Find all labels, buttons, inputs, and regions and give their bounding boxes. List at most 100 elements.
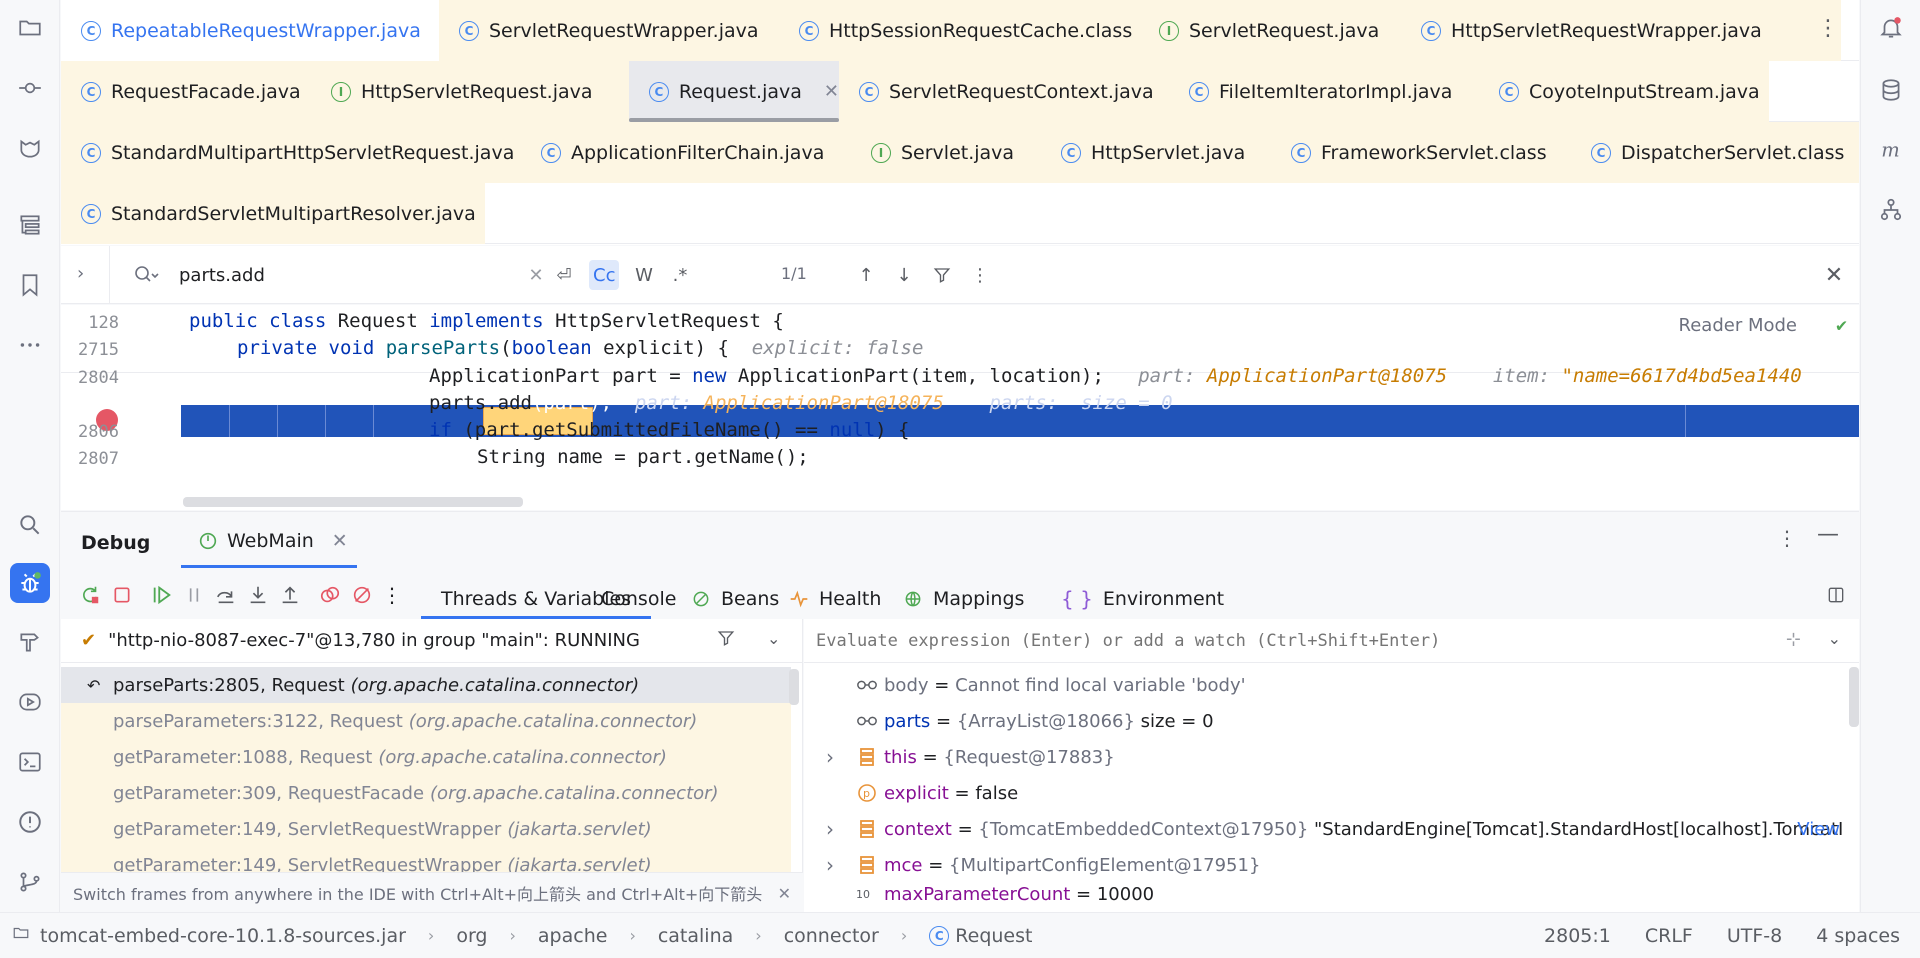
close-session-icon[interactable]: ✕ xyxy=(332,530,348,552)
expand-chevron-icon[interactable]: › xyxy=(826,817,834,841)
variable-row[interactable]: › mce = {MultipartConfigElement@17951} xyxy=(804,847,1844,883)
debug-session-tab[interactable]: WebMain ✕ xyxy=(181,520,357,568)
structure-cat-icon[interactable] xyxy=(10,128,50,168)
tab-console[interactable]: Console xyxy=(601,580,676,618)
terminal-icon[interactable] xyxy=(10,742,50,782)
indent-setting[interactable]: 4 spaces xyxy=(1816,925,1900,947)
clear-search-icon[interactable]: ✕ xyxy=(521,260,551,290)
file-encoding[interactable]: UTF-8 xyxy=(1727,925,1782,947)
step-into-icon[interactable] xyxy=(243,580,273,610)
breadcrumb-item[interactable]: connector xyxy=(784,925,879,947)
evaluate-expression-input[interactable] xyxy=(804,619,1859,663)
add-watch-icon[interactable]: ⊹ xyxy=(1786,629,1801,650)
breadcrumb-item[interactable]: org xyxy=(456,925,487,947)
notifications-bell-icon[interactable] xyxy=(1871,8,1911,48)
tab-repeatable-request-wrapper[interactable]: C RepeatableRequestWrapper.java xyxy=(61,0,439,61)
expand-chevron-icon[interactable]: › xyxy=(826,853,834,877)
expand-chevron-icon[interactable]: › xyxy=(826,745,834,769)
tab-servlet-request[interactable]: I ServletRequest.java xyxy=(1139,0,1401,61)
bookmarks-icon[interactable] xyxy=(10,265,50,305)
stack-frame[interactable]: parseParameters:3122, Request (org.apache… xyxy=(61,703,791,739)
tab-servlet[interactable]: I Servlet.java xyxy=(851,122,1041,183)
tab-environment[interactable]: { } Environment xyxy=(1061,580,1224,618)
close-tip-icon[interactable]: ✕ xyxy=(778,884,791,903)
search-everywhere-icon[interactable] xyxy=(10,505,50,545)
expand-replace-chevron-icon[interactable]: › xyxy=(77,263,84,284)
pause-icon[interactable] xyxy=(179,580,209,610)
diagram-hierarchy-icon[interactable] xyxy=(1871,190,1911,230)
thread-dropdown-chevron-icon[interactable]: ⌄ xyxy=(767,629,780,648)
problems-icon[interactable] xyxy=(10,802,50,842)
stack-frame[interactable]: ↶ parseParts:2805, Request (org.apache.cat… xyxy=(61,667,791,703)
next-occurrence-icon[interactable]: ↓ xyxy=(889,260,919,290)
tab-request-facade[interactable]: C RequestFacade.java xyxy=(61,61,311,122)
tab-framework-servlet[interactable]: C FrameworkServlet.class xyxy=(1271,122,1571,183)
reader-mode-toggle[interactable]: Reader Mode xyxy=(1679,315,1797,336)
variable-row[interactable]: › this = {Request@17883} xyxy=(804,739,1844,775)
more-tools-icon[interactable] xyxy=(10,325,50,365)
commit-icon[interactable] xyxy=(10,68,50,108)
stop-icon[interactable] xyxy=(107,580,137,610)
tab-file-item-iterator-impl[interactable]: C FileItemIteratorImpl.java xyxy=(1169,61,1479,122)
whole-words-toggle[interactable]: W xyxy=(629,260,659,290)
tab-servlet-request-wrapper[interactable]: C ServletRequestWrapper.java xyxy=(439,0,779,61)
new-line-icon[interactable]: ⏎ xyxy=(549,260,579,290)
regex-toggle[interactable]: .* xyxy=(665,260,695,290)
breadcrumb-item[interactable]: Request xyxy=(955,925,1032,947)
variable-row[interactable]: › context = {TomcatEmbeddedContext@17950}… xyxy=(804,811,1844,847)
layout-settings-icon[interactable] xyxy=(1821,580,1851,610)
line-separator[interactable]: CRLF xyxy=(1645,925,1693,947)
tab-http-servlet-request[interactable]: I HttpServletRequest.java xyxy=(311,61,629,122)
services-run-icon[interactable] xyxy=(10,682,50,722)
code-editor[interactable]: 128 public class Request implements HttpS… xyxy=(61,305,1859,510)
mute-breakpoints-icon[interactable] xyxy=(347,580,377,610)
database-icon[interactable] xyxy=(1871,70,1911,110)
close-search-icon[interactable]: ✕ xyxy=(1819,260,1849,290)
hide-panel-icon[interactable]: — xyxy=(1817,522,1839,547)
toolbar-more-icon[interactable]: ⋮ xyxy=(377,580,407,610)
debug-options-icon[interactable]: ⋮ xyxy=(1777,526,1797,550)
build-hammer-icon[interactable] xyxy=(10,622,50,662)
close-tab-icon[interactable]: ✕ xyxy=(824,81,839,102)
git-branch-icon[interactable] xyxy=(10,862,50,902)
tab-dispatcher-servlet[interactable]: C DispatcherServlet.class xyxy=(1571,122,1859,183)
horizontal-scrollbar[interactable] xyxy=(183,497,523,507)
step-over-icon[interactable] xyxy=(211,580,241,610)
tab-health[interactable]: Health xyxy=(789,580,881,618)
breadcrumb-item[interactable]: tomcat-embed-core-10.1.8-sources.jar xyxy=(40,925,406,947)
stack-frame[interactable]: getParameter:309, RequestFacade (org.apac… xyxy=(61,775,791,811)
eval-dropdown-chevron-icon[interactable]: ⌄ xyxy=(1828,629,1841,648)
view-link[interactable]: View xyxy=(1797,819,1840,840)
tab-application-filter-chain[interactable]: C ApplicationFilterChain.java xyxy=(521,122,851,183)
structure-icon[interactable] xyxy=(10,205,50,245)
variable-row[interactable]: 10 maxParameterCount = 10000 xyxy=(804,883,1844,905)
thread-selector[interactable]: ✔ "http-nio-8087-exec-7"@13,780 in group… xyxy=(61,619,803,663)
variable-row[interactable]: parts = {ArrayList@18066} size = 0 xyxy=(804,703,1844,739)
variables-scrollbar[interactable] xyxy=(1849,667,1859,727)
filter-icon[interactable] xyxy=(927,260,957,290)
stack-frame[interactable]: getParameter:1088, Request (org.apache.ca… xyxy=(61,739,791,775)
tab-http-servlet-request-wrapper[interactable]: C HttpServletRequestWrapper.java xyxy=(1401,0,1841,61)
view-breakpoints-icon[interactable] xyxy=(315,580,345,610)
tab-standard-servlet-multipart-resolver[interactable]: C StandardServletMultipartResolver.java xyxy=(61,183,485,244)
tab-http-servlet[interactable]: C HttpServlet.java xyxy=(1041,122,1271,183)
previous-occurrence-icon[interactable]: ↑ xyxy=(851,260,881,290)
tab-standard-multipart-request[interactable]: C StandardMultipartHttpServletRequest.jav… xyxy=(61,122,521,183)
tab-request-active[interactable]: C Request.java ✕ xyxy=(629,61,839,122)
debug-bug-icon[interactable] xyxy=(10,563,50,603)
match-case-toggle[interactable]: Cc xyxy=(589,260,620,290)
breadcrumb-item[interactable]: catalina xyxy=(658,925,733,947)
frames-scrollbar[interactable] xyxy=(789,669,799,705)
resume-icon[interactable] xyxy=(147,580,177,610)
stack-frame[interactable]: getParameter:149, ServletRequestWrapper(… xyxy=(61,811,791,847)
filter-threads-icon[interactable] xyxy=(717,629,735,652)
tab-http-session-request-cache[interactable]: C HttpSessionRequestCache.class xyxy=(779,0,1139,61)
tabs-more-icon[interactable]: ⋮ xyxy=(1817,16,1839,41)
maven-icon[interactable]: m xyxy=(1871,130,1911,170)
breadcrumb-item[interactable]: apache xyxy=(538,925,608,947)
rerun-icon[interactable] xyxy=(75,580,105,610)
search-more-icon[interactable]: ⋮ xyxy=(965,260,995,290)
tab-servlet-request-context[interactable]: C ServletRequestContext.java xyxy=(839,61,1169,122)
tab-coyote-input-stream[interactable]: C CoyoteInputStream.java xyxy=(1479,61,1769,122)
project-folder-icon[interactable] xyxy=(10,8,50,48)
